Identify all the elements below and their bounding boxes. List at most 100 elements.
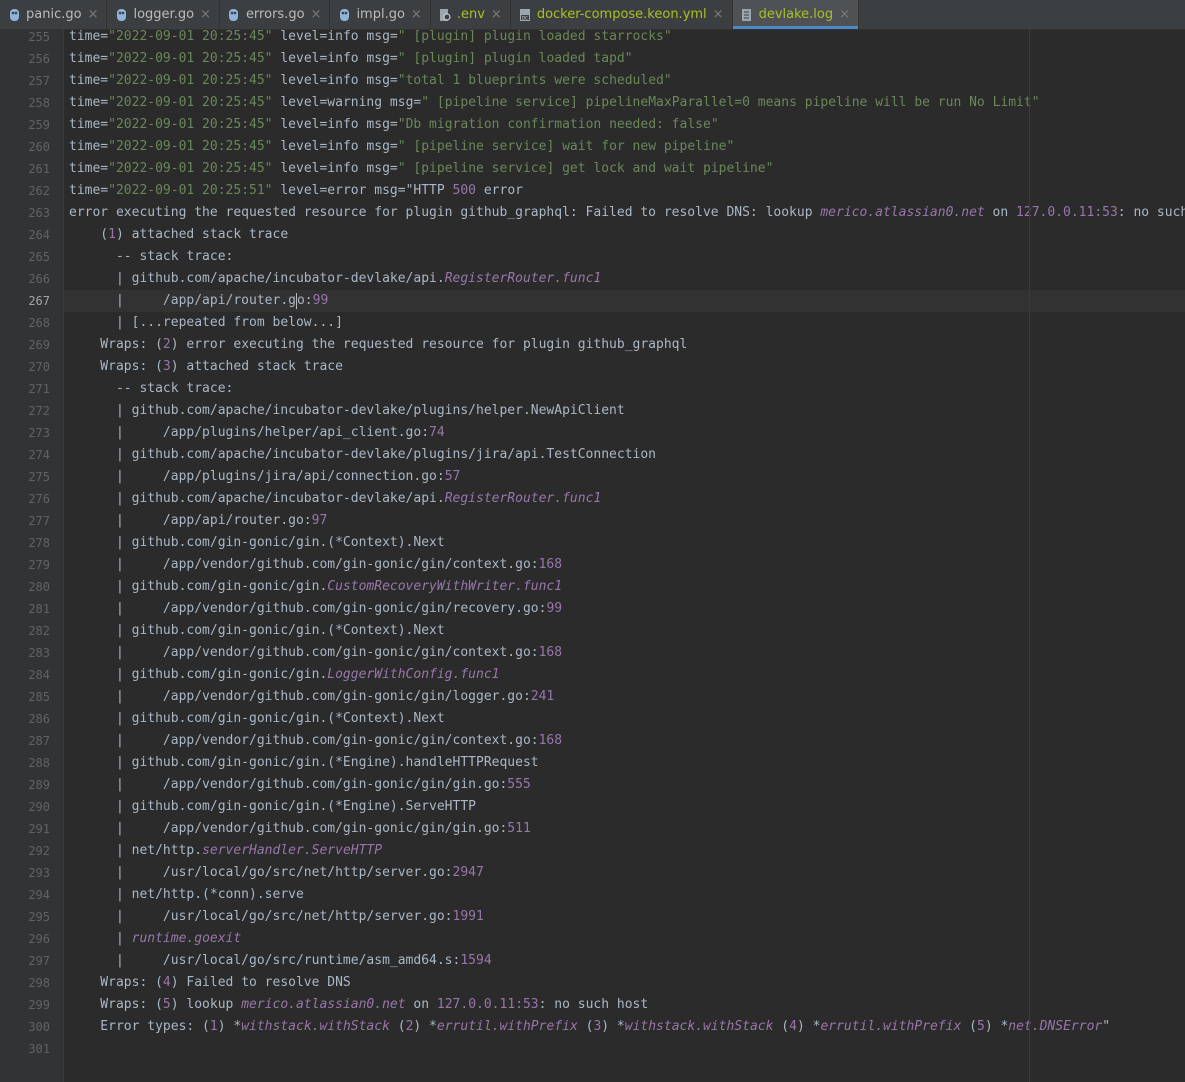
line-number: 265 bbox=[28, 250, 50, 264]
number-token: 5 bbox=[162, 997, 171, 1012]
log-line[interactable]: time="2022-09-01 20:25:45" level=info ms… bbox=[64, 29, 1185, 48]
log-line[interactable]: | /usr/local/go/src/net/http/server.go:2… bbox=[64, 862, 1185, 884]
tab-errors-go[interactable]: errors.go × bbox=[220, 0, 331, 29]
log-line[interactable]: | net/http.serverHandler.ServeHTTP bbox=[64, 840, 1185, 862]
text-token: ) Failed to resolve DNS bbox=[170, 975, 351, 990]
text-token: time= bbox=[69, 51, 109, 66]
log-line[interactable]: time="2022-09-01 20:25:45" level=info ms… bbox=[64, 158, 1185, 180]
log-line[interactable]: | /app/vendor/github.com/gin-gonic/gin/r… bbox=[64, 598, 1185, 620]
log-line[interactable]: time="2022-09-01 20:25:45" level=info ms… bbox=[64, 136, 1185, 158]
log-line[interactable]: | github.com/apache/incubator-devlake/ap… bbox=[64, 488, 1185, 510]
close-icon[interactable]: × bbox=[491, 7, 502, 22]
tab-env[interactable]: .env × bbox=[431, 0, 511, 29]
identifier-token: CustomRecoveryWithWriter.func1 bbox=[327, 579, 563, 594]
log-line[interactable]: | /usr/local/go/src/net/http/server.go:1… bbox=[64, 906, 1185, 928]
text-token: time= bbox=[69, 139, 109, 154]
text-token: time= bbox=[69, 29, 109, 44]
log-line[interactable]: | github.com/gin-gonic/gin.(*Engine).Ser… bbox=[64, 796, 1185, 818]
close-icon[interactable]: × bbox=[200, 7, 211, 22]
text-token: Error types: ( bbox=[69, 1019, 210, 1034]
go-file-icon bbox=[338, 8, 350, 22]
tab-docker-compose-keon-yml[interactable]: DC docker-compose.keon.yml × bbox=[511, 0, 733, 29]
text-token: ) error executing the requested resource… bbox=[170, 337, 688, 352]
text-token: level=info msg= bbox=[272, 51, 398, 66]
identifier-token: LoggerWithConfig.func1 bbox=[327, 667, 500, 682]
log-line[interactable]: | /app/api/router.go:97 bbox=[64, 510, 1185, 532]
text-token: Wraps: ( bbox=[69, 997, 163, 1012]
text-token: : no such host bbox=[538, 997, 649, 1012]
line-number: 256 bbox=[28, 52, 50, 66]
line-number: 287 bbox=[28, 734, 50, 748]
right-margin-guide bbox=[1029, 29, 1030, 1082]
text-token: | bbox=[69, 931, 132, 946]
log-line[interactable]: time="2022-09-01 20:25:45" level=info ms… bbox=[64, 114, 1185, 136]
log-line[interactable]: | github.com/gin-gonic/gin.LoggerWithCon… bbox=[64, 664, 1185, 686]
log-line[interactable]: | /usr/local/go/src/runtime/asm_amd64.s:… bbox=[64, 950, 1185, 972]
log-line[interactable]: (1) attached stack trace bbox=[64, 224, 1185, 246]
log-line[interactable]: | /app/vendor/github.com/gin-gonic/gin/c… bbox=[64, 730, 1185, 752]
tab-devlake-log[interactable]: devlake.log × bbox=[732, 0, 860, 29]
text-token: " bbox=[1102, 1019, 1111, 1034]
text-token: ) * bbox=[413, 1019, 437, 1034]
log-line[interactable]: time="2022-09-01 20:25:45" level=warning… bbox=[64, 92, 1185, 114]
log-editor[interactable]: time= "2022-09-01 20:25:45" level=info ms… bbox=[64, 29, 1185, 1082]
number-token: 99 bbox=[312, 293, 329, 308]
log-line[interactable]: Error types: (1) *withstack.withStack (2… bbox=[64, 1016, 1185, 1038]
line-number: 277 bbox=[28, 514, 50, 528]
log-line[interactable]: | github.com/apache/incubator-devlake/pl… bbox=[64, 400, 1185, 422]
log-line[interactable]: | github.com/gin-gonic/gin.(*Engine).han… bbox=[64, 752, 1185, 774]
log-line[interactable]: | github.com/gin-gonic/gin.(*Context).Ne… bbox=[64, 708, 1185, 730]
log-line[interactable]: | github.com/gin-gonic/gin.(*Context).Ne… bbox=[64, 532, 1185, 554]
log-line[interactable]: | /app/plugins/helper/api_client.go:74 bbox=[64, 422, 1185, 444]
number-token: 127.0.0.11:53 bbox=[1016, 205, 1118, 220]
tab-impl-go[interactable]: impl.go × bbox=[330, 0, 431, 29]
log-line[interactable]: | /app/vendor/github.com/gin-gonic/gin/l… bbox=[64, 686, 1185, 708]
line-number: 289 bbox=[28, 778, 50, 792]
tab-panic-go[interactable]: panic.go × bbox=[0, 0, 108, 29]
log-line[interactable]: | runtime.goexit bbox=[64, 928, 1185, 950]
close-icon[interactable]: × bbox=[88, 7, 99, 22]
identifier-token: merico.atlassian0.net bbox=[820, 205, 985, 220]
log-line[interactable]: Wraps: (3) attached stack trace bbox=[64, 356, 1185, 378]
close-icon[interactable]: × bbox=[713, 7, 724, 22]
log-line[interactable]: Wraps: (5) lookup merico.atlassian0.net … bbox=[64, 994, 1185, 1016]
log-line[interactable]: | /app/vendor/github.com/gin-gonic/gin/g… bbox=[64, 818, 1185, 840]
log-line[interactable]: | github.com/apache/incubator-devlake/pl… bbox=[64, 444, 1185, 466]
line-number: 298 bbox=[28, 976, 50, 990]
log-line[interactable]: | /app/api/router.go:99 bbox=[64, 290, 1185, 312]
log-line[interactable]: time="2022-09-01 20:25:45" level=info ms… bbox=[64, 48, 1185, 70]
text-token: level=info msg= bbox=[272, 29, 398, 44]
text-token: -- stack trace: bbox=[69, 249, 234, 264]
log-line[interactable]: | [...repeated from below...] bbox=[64, 312, 1185, 334]
log-line[interactable]: | /app/vendor/github.com/gin-gonic/gin/c… bbox=[64, 554, 1185, 576]
line-number: 281 bbox=[28, 602, 50, 616]
text-token: | /usr/local/go/src/runtime/asm_amd64.s: bbox=[69, 953, 461, 968]
log-line[interactable]: time="2022-09-01 20:25:51" level=error m… bbox=[64, 180, 1185, 202]
identifier-token: errutil.withPrefix bbox=[820, 1019, 962, 1034]
log-line[interactable]: | github.com/gin-gonic/gin.CustomRecover… bbox=[64, 576, 1185, 598]
close-icon[interactable]: × bbox=[411, 7, 422, 22]
text-token: | github.com/apache/incubator-devlake/pl… bbox=[69, 447, 656, 462]
log-line[interactable]: | github.com/gin-gonic/gin.(*Context).Ne… bbox=[64, 620, 1185, 642]
string-token: "2022-09-01 20:25:45" bbox=[108, 161, 273, 176]
log-line[interactable]: | github.com/apache/incubator-devlake/ap… bbox=[64, 268, 1185, 290]
number-token: 4 bbox=[162, 975, 171, 990]
log-line[interactable]: -- stack trace: bbox=[64, 246, 1185, 268]
log-line[interactable]: | net/http.(*conn).serve bbox=[64, 884, 1185, 906]
log-line[interactable]: -- stack trace: bbox=[64, 378, 1185, 400]
log-line[interactable]: Wraps: (4) Failed to resolve DNS bbox=[64, 972, 1185, 994]
tab-logger-go[interactable]: logger.go × bbox=[107, 0, 220, 29]
log-line[interactable]: error executing the requested resource f… bbox=[64, 202, 1185, 224]
log-line[interactable]: time="2022-09-01 20:25:45" level=info ms… bbox=[64, 70, 1185, 92]
log-line[interactable]: | /app/vendor/github.com/gin-gonic/gin/g… bbox=[64, 774, 1185, 796]
log-line[interactable] bbox=[64, 1038, 1185, 1060]
log-line[interactable]: | /app/vendor/github.com/gin-gonic/gin/c… bbox=[64, 642, 1185, 664]
number-token: 168 bbox=[538, 645, 563, 660]
line-number: 275 bbox=[28, 470, 50, 484]
log-line[interactable]: | /app/plugins/jira/api/connection.go:57 bbox=[64, 466, 1185, 488]
log-line[interactable]: Wraps: (2) error executing the requested… bbox=[64, 334, 1185, 356]
line-number-gutter: 255 256 257 258 259 260 261 262 263 264 265 266 267 2… bbox=[0, 29, 64, 1082]
close-icon[interactable]: × bbox=[311, 7, 322, 22]
close-icon[interactable]: × bbox=[839, 7, 850, 22]
line-number: 290 bbox=[28, 800, 50, 814]
